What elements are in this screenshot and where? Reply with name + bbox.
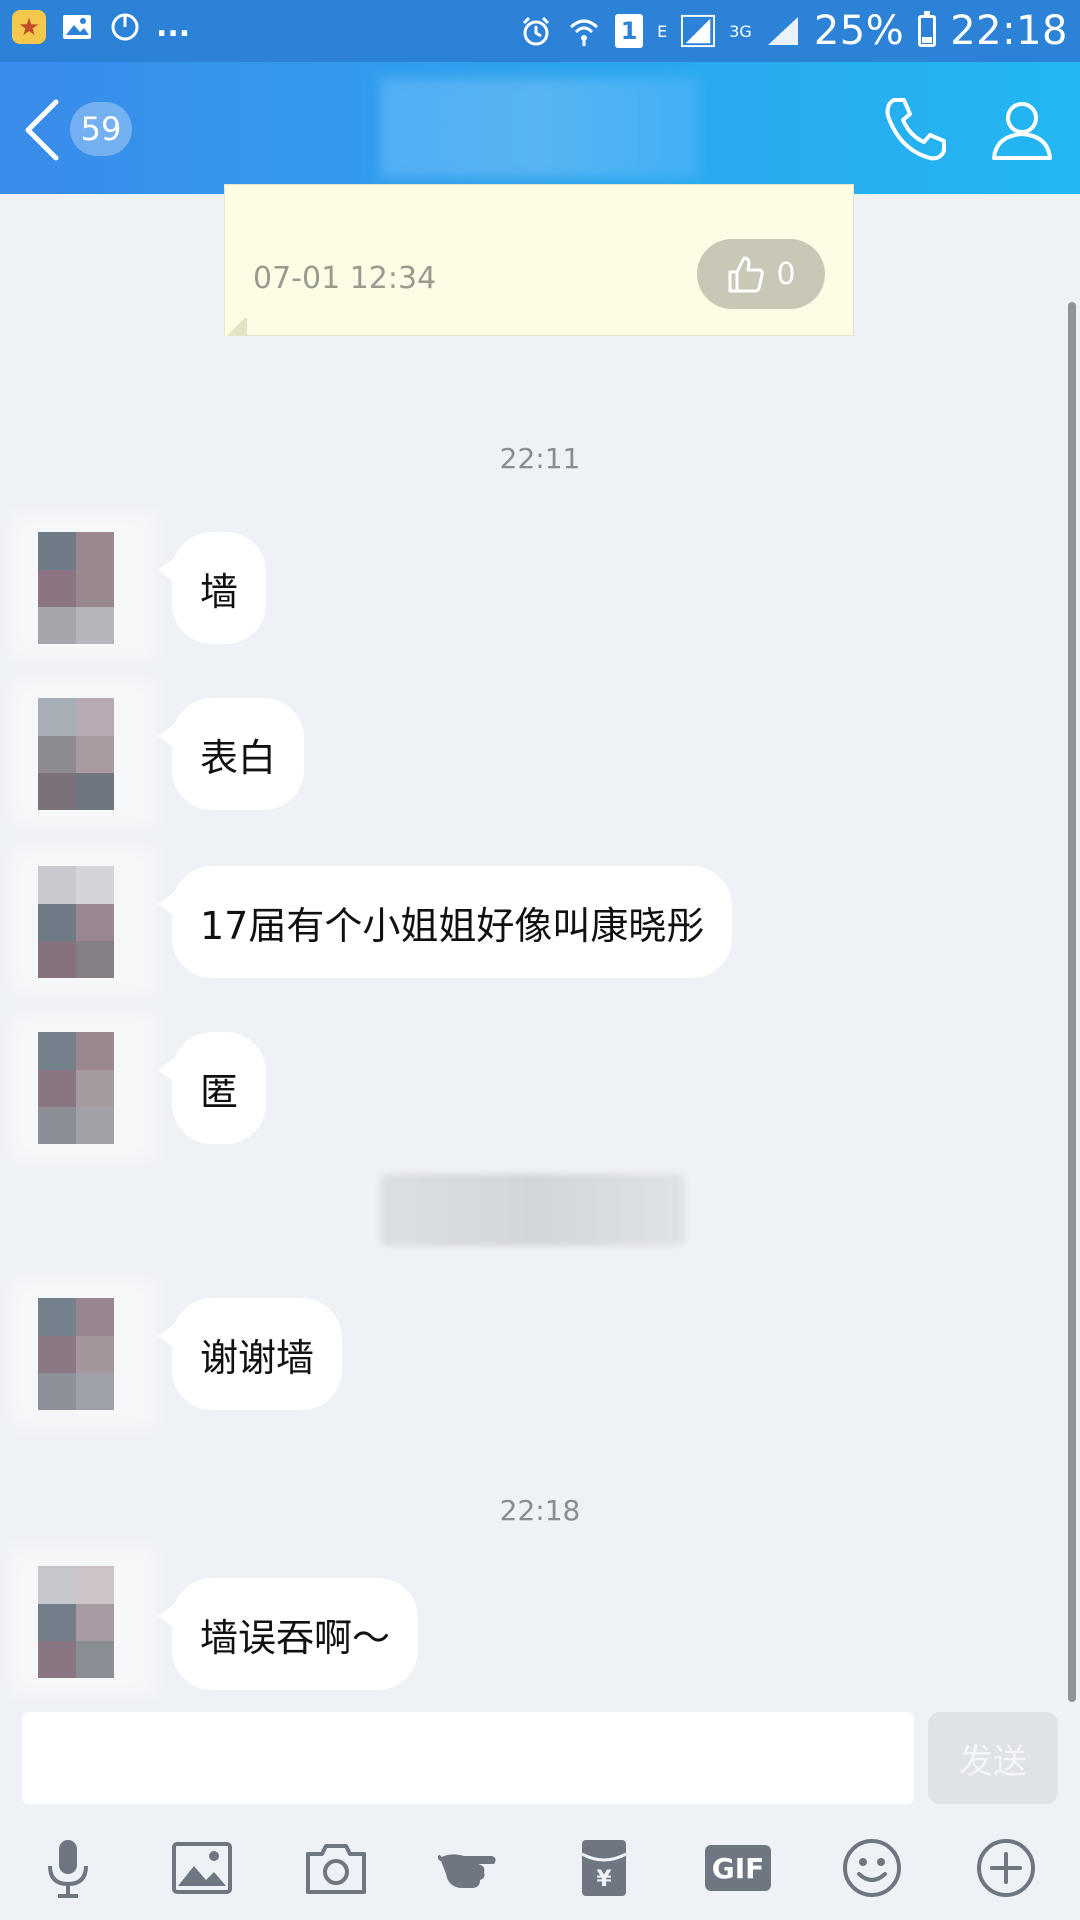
signal-icon [681,14,716,48]
signal-3g-icon [766,14,800,48]
message-bubble[interactable]: 17届有个小姐姐好像叫康晓彤 [157,866,733,978]
red-packet-icon[interactable]: ¥ [562,1826,646,1910]
input-bar: 发送 [0,1710,1080,1810]
camera-icon[interactable] [294,1826,378,1910]
network-3g-label: 3G [729,21,752,41]
message-list[interactable]: 07-01 12:34 0 22:11 墙 表白 17届有个小姐姐好像叫康晓彤 … [0,184,1080,1710]
thumbs-up-icon [728,256,765,293]
chat-header: 59 [0,62,1080,194]
sync-notification-icon [108,10,142,44]
chat-title-redacted [380,78,700,178]
like-count: 0 [776,256,796,292]
battery-percent: 25% [813,8,905,54]
wall-post-card[interactable]: 07-01 12:34 0 [224,184,854,336]
send-button[interactable]: 发送 [928,1712,1058,1804]
avatar[interactable] [8,846,158,996]
gif-icon[interactable]: GIF [696,1826,780,1910]
emoji-icon[interactable] [830,1826,914,1910]
poke-hand-icon[interactable] [428,1826,512,1910]
status-bar: ★ ... 1 E 3G 25% 22:18 [0,0,1080,62]
app-notification-icon: ★ [12,10,46,44]
phone-call-icon[interactable] [880,94,950,164]
time-separator: 22:11 [499,442,581,475]
like-button[interactable]: 0 [697,239,825,309]
network-e-label: E [657,21,668,41]
image-icon[interactable] [160,1826,244,1910]
back-arrow-icon[interactable] [20,98,64,162]
microphone-icon[interactable] [26,1826,110,1910]
sim-slot-badge: 1 [615,14,644,48]
gallery-notification-icon [60,10,94,44]
message-bubble[interactable]: 墙误吞啊～ [157,1578,419,1690]
message-input[interactable] [22,1712,914,1804]
unread-count-badge[interactable]: 59 [70,102,132,156]
avatar[interactable] [8,1278,158,1428]
alarm-icon [519,14,553,48]
plus-icon[interactable] [964,1826,1048,1910]
clock: 22:18 [950,8,1068,54]
system-notice-redacted [380,1174,685,1246]
message-bubble[interactable]: 匿 [157,1032,267,1144]
svg-text:¥: ¥ [596,1867,612,1892]
more-notifications: ... [156,9,191,44]
message-bubble[interactable]: 墙 [157,532,267,644]
time-separator: 22:18 [499,1494,581,1527]
battery-icon [918,11,937,47]
avatar[interactable] [8,678,158,828]
avatar[interactable] [8,512,158,662]
input-toolbar: ¥ GIF [0,1810,1080,1920]
scrollbar[interactable] [1068,302,1076,1702]
wifi-icon [567,14,601,48]
message-bubble[interactable]: 表白 [157,698,305,810]
avatar[interactable] [8,1012,158,1162]
card-date: 07-01 12:34 [253,261,437,296]
card-fold-corner [225,318,247,336]
avatar[interactable] [8,1546,158,1696]
message-bubble[interactable]: 谢谢墙 [157,1298,343,1410]
profile-icon[interactable] [990,98,1054,162]
